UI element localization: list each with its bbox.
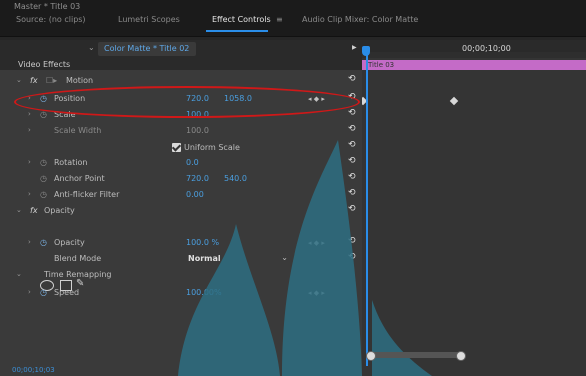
- opacity-row[interactable]: › ◷ Opacity 100.0 % ◂ ◆ ▸: [0, 236, 352, 250]
- chevron-down-icon[interactable]: ⌄: [16, 206, 22, 214]
- clip-selector-label: Color Matte * Title 02: [104, 44, 190, 53]
- speed-row[interactable]: › ◷ Speed 100.00% ◂ ◆ ▸: [0, 286, 352, 300]
- tab-audio-clip-mixer[interactable]: Audio Clip Mixer: Color Matte: [302, 15, 418, 24]
- tab-lumetri-scopes[interactable]: Lumetri Scopes: [118, 15, 180, 24]
- chevron-down-icon: ⌄: [281, 253, 288, 262]
- chevron-right-icon[interactable]: ›: [28, 110, 31, 118]
- reset-icon[interactable]: ⟲: [348, 188, 356, 198]
- timeline-zoom-scrollbar[interactable]: [366, 352, 462, 358]
- chevron-down-icon[interactable]: ⌄: [88, 43, 95, 52]
- reset-icon[interactable]: ⟲: [348, 74, 356, 84]
- blend-mode-dropdown[interactable]: Normal ⌄: [186, 253, 292, 266]
- motion-label: Motion: [66, 76, 94, 85]
- chevron-right-icon: ›: [28, 126, 31, 134]
- chevron-down-icon[interactable]: ⌄: [16, 270, 22, 278]
- reset-icon[interactable]: ⟲: [348, 204, 356, 214]
- anchor-x-value[interactable]: 720.0: [186, 174, 209, 183]
- effect-controls-window: Source: (no clips) Lumetri Scopes Effect…: [0, 0, 586, 376]
- rotation-row[interactable]: › ◷ Rotation 0.0: [0, 156, 352, 170]
- playhead-line[interactable]: [366, 48, 368, 366]
- reset-icon[interactable]: ⟲: [348, 252, 356, 262]
- time-remapping-label: Time Remapping: [44, 270, 112, 279]
- panel-tab-bar: Source: (no clips) Lumetri Scopes Effect…: [0, 0, 586, 37]
- anchor-point-row[interactable]: ◷ Anchor Point 720.0 540.0: [0, 172, 352, 186]
- opacity-label: Opacity: [54, 238, 85, 247]
- uniform-scale-checkbox[interactable]: [172, 143, 181, 152]
- opacity-effect-row[interactable]: ⌄ fx Opacity: [0, 204, 352, 218]
- chevron-right-icon[interactable]: ›: [28, 238, 31, 246]
- anchor-point-label: Anchor Point: [54, 174, 105, 183]
- keyframe-marker[interactable]: [449, 96, 459, 106]
- zoom-handle-right[interactable]: [456, 351, 466, 361]
- speed-label: Speed: [54, 288, 80, 297]
- scale-width-row: › Scale Width 100.0: [0, 124, 352, 138]
- chevron-down-icon[interactable]: ⌄: [16, 76, 22, 84]
- tab-source[interactable]: Source: (no clips): [16, 15, 86, 24]
- clip-track-label: Title 03: [368, 61, 395, 69]
- reset-icon[interactable]: ⟲: [348, 108, 356, 118]
- stopwatch-icon[interactable]: ◷: [40, 238, 47, 247]
- speed-value[interactable]: 100.00%: [186, 288, 222, 297]
- stopwatch-icon[interactable]: ◷: [40, 288, 47, 297]
- reset-icon[interactable]: ⟲: [348, 124, 356, 134]
- chevron-right-icon[interactable]: ›: [28, 158, 31, 166]
- blend-mode-value: Normal: [188, 254, 221, 263]
- scale-width-value: 100.0: [186, 126, 209, 135]
- anti-flicker-label: Anti-flicker Filter: [54, 190, 120, 199]
- anchor-y-value[interactable]: 540.0: [224, 174, 247, 183]
- fx-toggle-icon[interactable]: fx: [30, 76, 38, 85]
- stopwatch-icon[interactable]: ◷: [40, 158, 47, 167]
- rotation-value[interactable]: 0.0: [186, 158, 199, 167]
- clip-track-bar[interactable]: Title 03: [362, 60, 586, 70]
- master-clip-label[interactable]: Master * Title 03: [14, 2, 80, 11]
- keyframe-timeline-panel[interactable]: Title 03: [362, 58, 586, 376]
- video-effects-header: Video Effects: [0, 58, 362, 70]
- motion-transform-icon[interactable]: ☐▸: [46, 76, 57, 85]
- chevron-right-icon[interactable]: ›: [28, 288, 31, 296]
- opacity-effect-label: Opacity: [44, 206, 75, 215]
- blend-mode-row[interactable]: Blend Mode: [0, 252, 352, 266]
- chevron-right-icon[interactable]: ›: [28, 190, 31, 198]
- scale-width-label: Scale Width: [54, 126, 102, 135]
- zoom-handle-left[interactable]: [366, 351, 376, 361]
- clip-selector[interactable]: Color Matte * Title 02: [98, 42, 196, 56]
- video-effects-title: Video Effects: [18, 60, 71, 69]
- keyframe-navigator[interactable]: ◂ ◆ ▸: [308, 289, 325, 297]
- opacity-value[interactable]: 100.0 %: [186, 238, 219, 247]
- anti-flicker-row[interactable]: › ◷ Anti-flicker Filter 0.00: [0, 188, 352, 202]
- reset-icon[interactable]: ⟲: [348, 172, 356, 182]
- reset-icon[interactable]: ⟲: [348, 156, 356, 166]
- uniform-scale-label: Uniform Scale: [184, 143, 240, 152]
- panel-menu-icon[interactable]: ≡: [276, 15, 283, 24]
- current-time-display[interactable]: 00;00;10;03: [12, 366, 55, 374]
- reset-icon[interactable]: ⟲: [348, 140, 356, 150]
- active-tab-indicator: [206, 30, 268, 32]
- red-annotation-ellipse: [14, 86, 360, 118]
- stopwatch-icon[interactable]: ◷: [40, 190, 47, 199]
- anti-flicker-value[interactable]: 0.00: [186, 190, 204, 199]
- blend-mode-label: Blend Mode: [54, 254, 102, 263]
- play-only-icon[interactable]: ▶: [352, 44, 357, 51]
- time-remapping-row[interactable]: ⌄ Time Remapping: [0, 268, 352, 282]
- stopwatch-icon[interactable]: ◷: [40, 174, 47, 183]
- reset-icon[interactable]: ⟲: [348, 236, 356, 246]
- keyframe-navigator[interactable]: ◂ ◆ ▸: [308, 239, 325, 247]
- fx-toggle-icon[interactable]: fx: [30, 206, 38, 215]
- tab-effect-controls[interactable]: Effect Controls: [212, 15, 271, 24]
- rotation-label: Rotation: [54, 158, 88, 167]
